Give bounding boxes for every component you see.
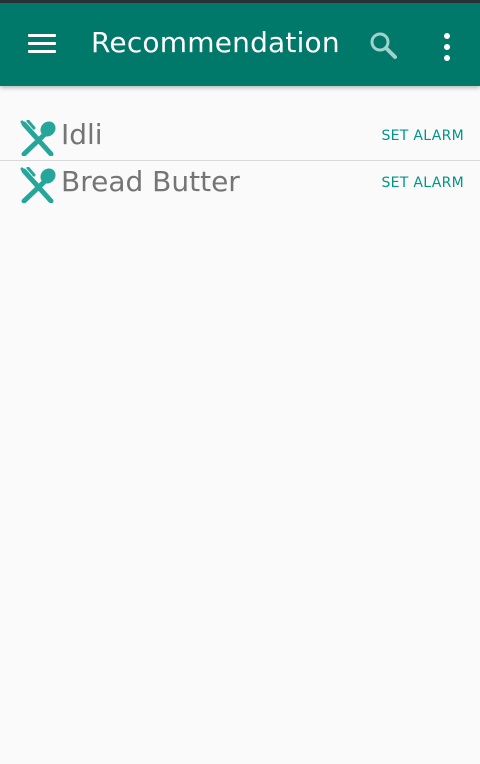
fork-spoon-icon xyxy=(20,120,56,156)
hamburger-menu-icon-bar-3 xyxy=(28,50,56,53)
search-icon xyxy=(370,32,397,59)
food-name: Idli xyxy=(61,118,103,151)
app-toolbar: Recommendation xyxy=(0,0,480,86)
navigation-menu-button[interactable] xyxy=(22,27,62,61)
hamburger-menu-icon-bar-2 xyxy=(28,42,56,45)
list-item: Bread Butter SET ALARM xyxy=(0,161,480,207)
set-alarm-button[interactable]: SET ALARM xyxy=(381,175,464,191)
food-name: Bread Butter xyxy=(61,165,240,198)
search-button[interactable] xyxy=(364,27,404,67)
overflow-menu-button[interactable] xyxy=(430,27,464,67)
more-vert-icon xyxy=(444,33,450,61)
page-title: Recommendation xyxy=(91,26,340,59)
list-item: Idli SET ALARM xyxy=(0,114,480,161)
recommendation-list: Idli SET ALARM Bread Butter SET ALARM xyxy=(0,114,480,207)
set-alarm-button[interactable]: SET ALARM xyxy=(381,128,464,144)
fork-spoon-icon xyxy=(20,167,56,203)
hamburger-menu-icon xyxy=(28,34,56,37)
